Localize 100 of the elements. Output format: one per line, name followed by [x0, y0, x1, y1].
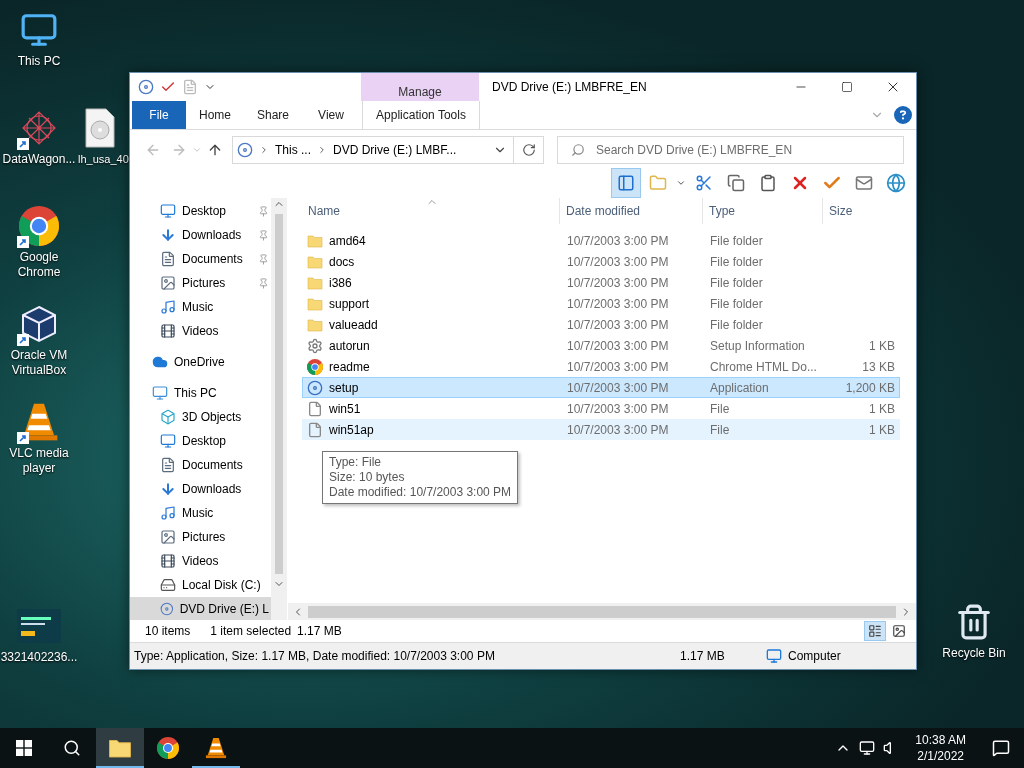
file-name: i386 — [329, 275, 352, 290]
date-cell-text: 10/7/2003 3:00 PM — [566, 296, 670, 311]
gear-file-icon — [307, 337, 323, 354]
nav-item[interactable]: Videos — [130, 319, 271, 343]
selection-count: 1 item selected — [210, 624, 292, 638]
disc-icon — [160, 601, 174, 617]
column-header[interactable]: Type — [703, 198, 823, 224]
chrome-logo-icon — [307, 358, 323, 375]
desktop-icon[interactable]: This PC — [0, 8, 78, 69]
network-icon[interactable] — [859, 740, 876, 756]
file-name: valueadd — [329, 317, 378, 332]
vertical-scrollbar[interactable] — [271, 198, 287, 620]
desktop-icon[interactable]: Recycle Bin — [935, 600, 1013, 661]
caret-icon[interactable] — [676, 178, 686, 188]
nav-item[interactable]: Documents — [130, 453, 271, 477]
film-icon — [160, 323, 176, 339]
file-row[interactable]: docs 10/7/2003 3:00 PM File folder — [302, 251, 900, 272]
nav-item[interactable]: Downloads — [130, 477, 271, 501]
nav-item[interactable]: Music — [130, 295, 271, 319]
globe-icon — [886, 173, 906, 193]
cube-icon — [160, 409, 176, 425]
clock[interactable]: 10:38 AM 2/1/2022 — [907, 732, 974, 764]
type-cell-text: File folder — [709, 317, 764, 332]
file-row[interactable]: autorun 10/7/2003 3:00 PM Setup Information 1 KB — [302, 335, 900, 356]
windows-logo-icon — [16, 740, 32, 756]
desktop-icon-label: Recycle Bin — [942, 646, 1006, 661]
desktop-icon-label: DataWagon... — [2, 152, 76, 167]
file-row[interactable]: win51 10/7/2003 3:00 PM File 1 KB — [302, 398, 900, 419]
ribbon-tab[interactable]: Application Tools — [362, 101, 480, 129]
list-icon — [868, 624, 882, 638]
date-cell-text: 10/7/2003 3:00 PM — [566, 317, 670, 332]
chevron-right-icon — [317, 145, 327, 155]
breadcrumb[interactable]: DVD Drive (E:) LMBF... — [333, 143, 457, 157]
nav-item[interactable]: Pictures — [130, 271, 271, 295]
recycle-bin-icon — [955, 603, 993, 641]
refresh-button[interactable] — [514, 136, 544, 164]
file-name: amd64 — [329, 233, 366, 248]
nav-item[interactable]: DVD Drive (E:) L — [130, 597, 271, 620]
file-row[interactable]: valueadd 10/7/2003 3:00 PM File folder — [302, 314, 900, 335]
nav-item[interactable]: Desktop — [130, 429, 271, 453]
computer-icon — [20, 11, 58, 49]
address-bar[interactable]: This ... DVD Drive (E:) LMBF... — [232, 136, 514, 164]
file-row[interactable]: readme 10/7/2003 3:00 PM Chrome HTML Do... 13 KB — [302, 356, 900, 377]
document-icon — [160, 251, 176, 267]
nav-item[interactable]: Local Disk (C:) — [130, 573, 271, 597]
picture-icon — [160, 275, 176, 291]
nav-item[interactable]: This PC — [130, 381, 271, 405]
breadcrumb[interactable]: This ... — [275, 143, 311, 157]
disc-icon — [138, 79, 154, 95]
desktop-icon[interactable]: Google Chrome — [0, 204, 78, 280]
taskbar-app-button[interactable] — [96, 728, 144, 768]
file-name: autorun — [329, 338, 370, 353]
nav-item[interactable]: Downloads — [130, 223, 271, 247]
desktop-icon[interactable]: Oracle VM VirtualBox — [0, 302, 78, 378]
desktop-icon-label: lh_usa_40 — [78, 152, 129, 167]
file-row[interactable]: i386 10/7/2003 3:00 PM File folder — [302, 272, 900, 293]
down-arrow-icon — [160, 481, 176, 497]
zone-label: Computer — [788, 649, 841, 663]
nav-item[interactable]: Pictures — [130, 525, 271, 549]
cloud-icon — [152, 354, 168, 370]
desktop-icon[interactable]: lh_usa_40 — [78, 106, 128, 167]
type-cell-text: Application — [709, 380, 770, 395]
file-row[interactable]: support 10/7/2003 3:00 PM File folder — [302, 293, 900, 314]
column-header[interactable]: Size — [823, 198, 900, 224]
file-row[interactable]: setup 10/7/2003 3:00 PM Application 1,200 KB — [302, 377, 900, 398]
search-field[interactable]: Search DVD Drive (E:) LMBFRE_EN — [557, 136, 904, 164]
details-size: 1.17 MB — [680, 649, 726, 663]
folder-icon — [307, 295, 323, 312]
help-icon[interactable] — [894, 106, 912, 124]
nav-item[interactable]: Documents — [130, 247, 271, 271]
column-header[interactable]: Date modified — [560, 198, 703, 224]
desktop-icon[interactable]: VLC media player — [0, 400, 78, 476]
column-header[interactable]: Name — [302, 198, 560, 224]
nav-item[interactable]: Videos — [130, 549, 271, 573]
shortcut-arrow-icon — [17, 432, 29, 444]
desktop-icon[interactable]: DataWagon... — [0, 106, 78, 167]
nav-item[interactable]: Desktop — [130, 199, 271, 223]
nav-item[interactable]: OneDrive — [130, 350, 271, 374]
horizontal-scrollbar[interactable] — [288, 603, 916, 620]
tooltip-line: Date modified: 10/7/2003 3:00 PM — [329, 485, 512, 500]
nav-item[interactable]: 3D Objects — [130, 405, 271, 429]
file-menu-tab[interactable]: File — [132, 101, 186, 129]
details-view-button[interactable] — [864, 621, 886, 641]
desktop-icon[interactable]: 3321402236... — [0, 604, 78, 665]
computer-icon — [152, 385, 168, 401]
shortcut-arrow-icon — [17, 236, 29, 248]
file-name: win51ap — [329, 422, 374, 437]
shortcut-arrow-icon — [17, 138, 29, 150]
desktop-icon-label: Oracle VM VirtualBox — [9, 348, 69, 378]
music-note-icon — [160, 505, 176, 521]
date-cell-text: 10/7/2003 3:00 PM — [566, 233, 670, 248]
date-cell-text: 10/7/2003 3:00 PM — [566, 254, 670, 269]
refresh-icon — [521, 143, 536, 157]
image-thumbnail — [17, 609, 61, 643]
notifications-icon[interactable] — [992, 739, 1010, 757]
file-row[interactable]: amd64 10/7/2003 3:00 PM File folder — [302, 230, 900, 251]
file-row[interactable]: win51ap 10/7/2003 3:00 PM File 1 KB — [302, 419, 900, 440]
preview-pane-button[interactable] — [612, 169, 640, 197]
hard-drive-icon — [160, 577, 176, 593]
nav-item[interactable]: Music — [130, 501, 271, 525]
